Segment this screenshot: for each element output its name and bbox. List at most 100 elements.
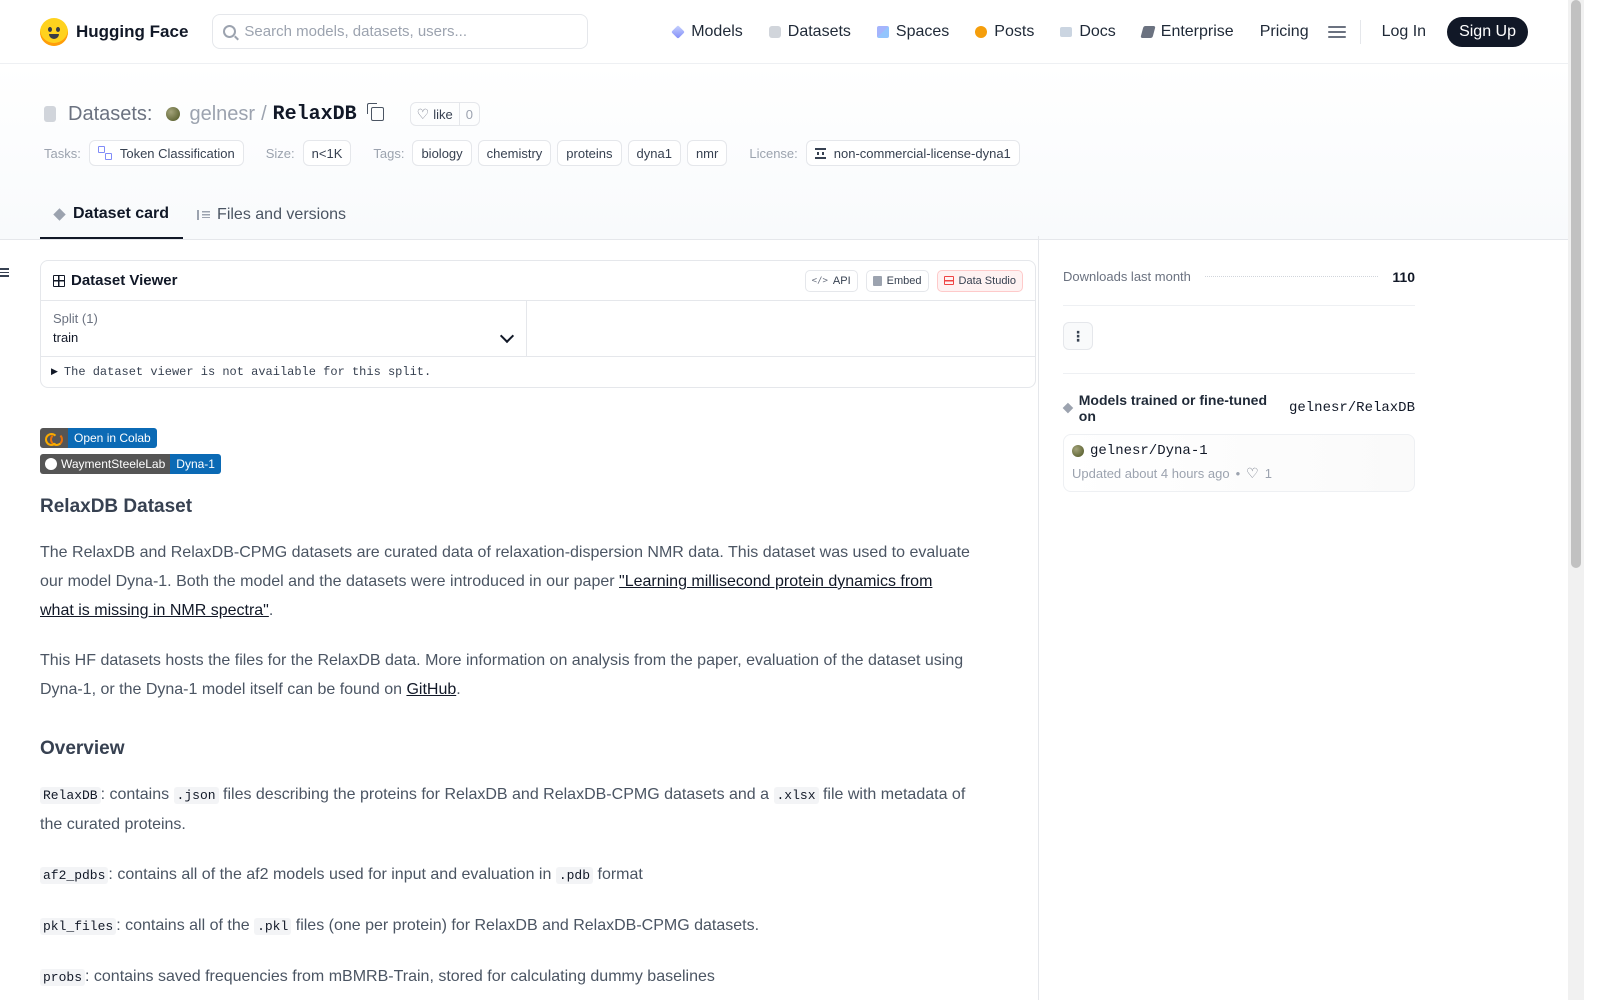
tag-proteins[interactable]: proteins [557, 140, 622, 166]
spaces-icon [876, 25, 889, 38]
api-button[interactable]: </> API [804, 269, 858, 292]
model-likes: 1 [1264, 466, 1272, 481]
nav-pricing[interactable]: Pricing [1247, 15, 1322, 49]
enterprise-icon [1140, 25, 1156, 38]
overview-item-af2-pdbs: af2_pdbs: contains all of the af2 models… [40, 860, 970, 890]
tag-biology[interactable]: biology [412, 140, 472, 166]
nav-datasets[interactable]: Datasets [756, 15, 864, 49]
split-select[interactable]: Split (1) train [41, 301, 527, 356]
token-classification-icon [97, 146, 112, 160]
nav-posts[interactable]: Posts [962, 15, 1047, 49]
colab-badge[interactable]: Open in Colab [40, 428, 157, 448]
top-navbar: Hugging Face Models Datasets Spaces Post… [0, 0, 1568, 64]
overview-item-probs: probs: contains saved frequencies from m… [40, 962, 970, 992]
docs-icon [1060, 26, 1073, 37]
dataset-card-content: RelaxDB Dataset The RelaxDB and RelaxDB-… [40, 496, 1036, 992]
more-options-row: ⋮ [1063, 320, 1415, 374]
heart-icon: ♡ [416, 105, 430, 122]
login-link[interactable]: Log In [1369, 15, 1439, 49]
disclosure-triangle-icon: ▶ [51, 367, 58, 377]
embed-icon [872, 275, 882, 286]
brand-link[interactable]: Hugging Face [40, 17, 189, 46]
more-menu-icon[interactable] [1327, 25, 1346, 38]
viewer-unavailable-note[interactable]: ▶ The dataset viewer is not available fo… [41, 357, 1035, 387]
card-paragraph-2: This HF datasets hosts the files for the… [40, 652, 964, 698]
model-updated: Updated about 4 hours ago [1072, 466, 1230, 481]
more-options-button[interactable]: ⋮ [1063, 322, 1093, 350]
github-badge[interactable]: WaymentSteeleLab Dyna-1 [40, 454, 221, 474]
search-icon [223, 25, 237, 38]
copy-icon[interactable] [366, 103, 384, 121]
model-cube-icon [1062, 402, 1074, 414]
data-studio-icon [943, 276, 954, 285]
downloads-row: Downloads last month 110 [1063, 256, 1415, 306]
toc-toggle-icon[interactable] [0, 268, 9, 277]
overview-heading: Overview [40, 738, 125, 759]
size-label: Size: [265, 145, 295, 161]
nav-spaces[interactable]: Spaces [864, 15, 962, 49]
license-icon [814, 147, 826, 159]
like-widget: ♡ like 0 [409, 102, 480, 126]
dataset-header: Datasets: gelnesr / RelaxDB ♡ like 0 Task… [0, 64, 1568, 240]
split-label: Split (1) [53, 311, 98, 326]
nav-divider [1359, 19, 1361, 44]
github-link[interactable]: GitHub [406, 681, 456, 698]
dataset-tabs: Dataset card Files and versions [40, 191, 360, 239]
model-owner-avatar [1072, 445, 1084, 457]
table-icon [53, 274, 65, 287]
search-box[interactable] [212, 14, 589, 49]
task-tag[interactable]: Token Classification [88, 140, 244, 166]
files-icon [197, 210, 211, 220]
search-input[interactable] [244, 23, 565, 40]
models-trained-heading: Models trained or fine-tuned on gelnesr/… [1062, 392, 1415, 424]
hugging-face-logo-icon [40, 17, 68, 46]
database-icon [44, 106, 56, 122]
tab-dataset-card[interactable]: Dataset card [40, 191, 184, 239]
dataset-name[interactable]: RelaxDB [273, 103, 357, 126]
tag-dyna1[interactable]: dyna1 [627, 140, 681, 166]
viewer-title: Dataset Viewer [71, 272, 178, 289]
tag-nmr[interactable]: nmr [686, 140, 728, 166]
tags-label: Tags: [373, 145, 405, 161]
size-tag[interactable]: n<1K [302, 140, 352, 166]
nav-enterprise[interactable]: Enterprise [1129, 15, 1247, 49]
brand-name: Hugging Face [76, 21, 189, 41]
tab-files-and-versions[interactable]: Files and versions [183, 191, 360, 239]
viewer-actions: </> API Embed Data Studio [804, 269, 1023, 292]
right-sidebar: Downloads last month 110 ⋮ Models traine… [1038, 236, 1554, 1000]
path-separator: / [261, 102, 267, 125]
owner-avatar [166, 107, 181, 121]
tag-chemistry[interactable]: chemistry [477, 140, 552, 166]
embed-button[interactable]: Embed [865, 269, 929, 292]
signup-button[interactable]: Sign Up [1447, 16, 1528, 47]
downloads-label: Downloads last month [1063, 269, 1191, 284]
heart-icon: ♡ [1246, 465, 1259, 481]
downloads-value: 110 [1392, 268, 1415, 285]
like-count[interactable]: 0 [460, 103, 479, 125]
split-value: train [53, 330, 79, 345]
colab-icon [45, 433, 63, 446]
dataset-title-row: Datasets: gelnesr / RelaxDB ♡ like 0 [44, 102, 480, 126]
models-icon [671, 24, 685, 39]
like-button[interactable]: ♡ like [411, 103, 460, 125]
main-nav: Models Datasets Spaces Posts Docs Enterp… [659, 15, 1528, 49]
overview-item-pkl-files: pkl_files: contains all of the .pkl file… [40, 911, 970, 941]
datasets-breadcrumb[interactable]: Datasets: [68, 103, 152, 126]
license-tag[interactable]: non-commercial-license-dyna1 [805, 140, 1020, 166]
overview-item-relaxdb: RelaxDB: contains .json files describing… [40, 786, 966, 833]
page-scrollbar[interactable] [1568, 0, 1584, 1000]
tag-row: Tasks: Token Classification Size: n<1K T… [44, 140, 1020, 166]
owner-link[interactable]: gelnesr [189, 103, 255, 126]
model-name: gelnesr/Dyna-1 [1090, 443, 1208, 459]
tasks-label: Tasks: [44, 145, 81, 161]
scrollbar-thumb[interactable] [1571, 0, 1581, 568]
model-card[interactable]: gelnesr/Dyna-1 Updated about 4 hours ago… [1063, 434, 1415, 492]
data-studio-button[interactable]: Data Studio [936, 269, 1023, 292]
nav-models[interactable]: Models [659, 15, 756, 49]
dataset-card-icon [53, 207, 66, 221]
code-icon: </> [811, 275, 828, 286]
card-paragraph-1: The RelaxDB and RelaxDB-CPMG datasets ar… [40, 544, 970, 619]
nav-docs[interactable]: Docs [1047, 15, 1128, 49]
split-row: Split (1) train [41, 301, 1035, 357]
datasets-icon [768, 25, 781, 38]
